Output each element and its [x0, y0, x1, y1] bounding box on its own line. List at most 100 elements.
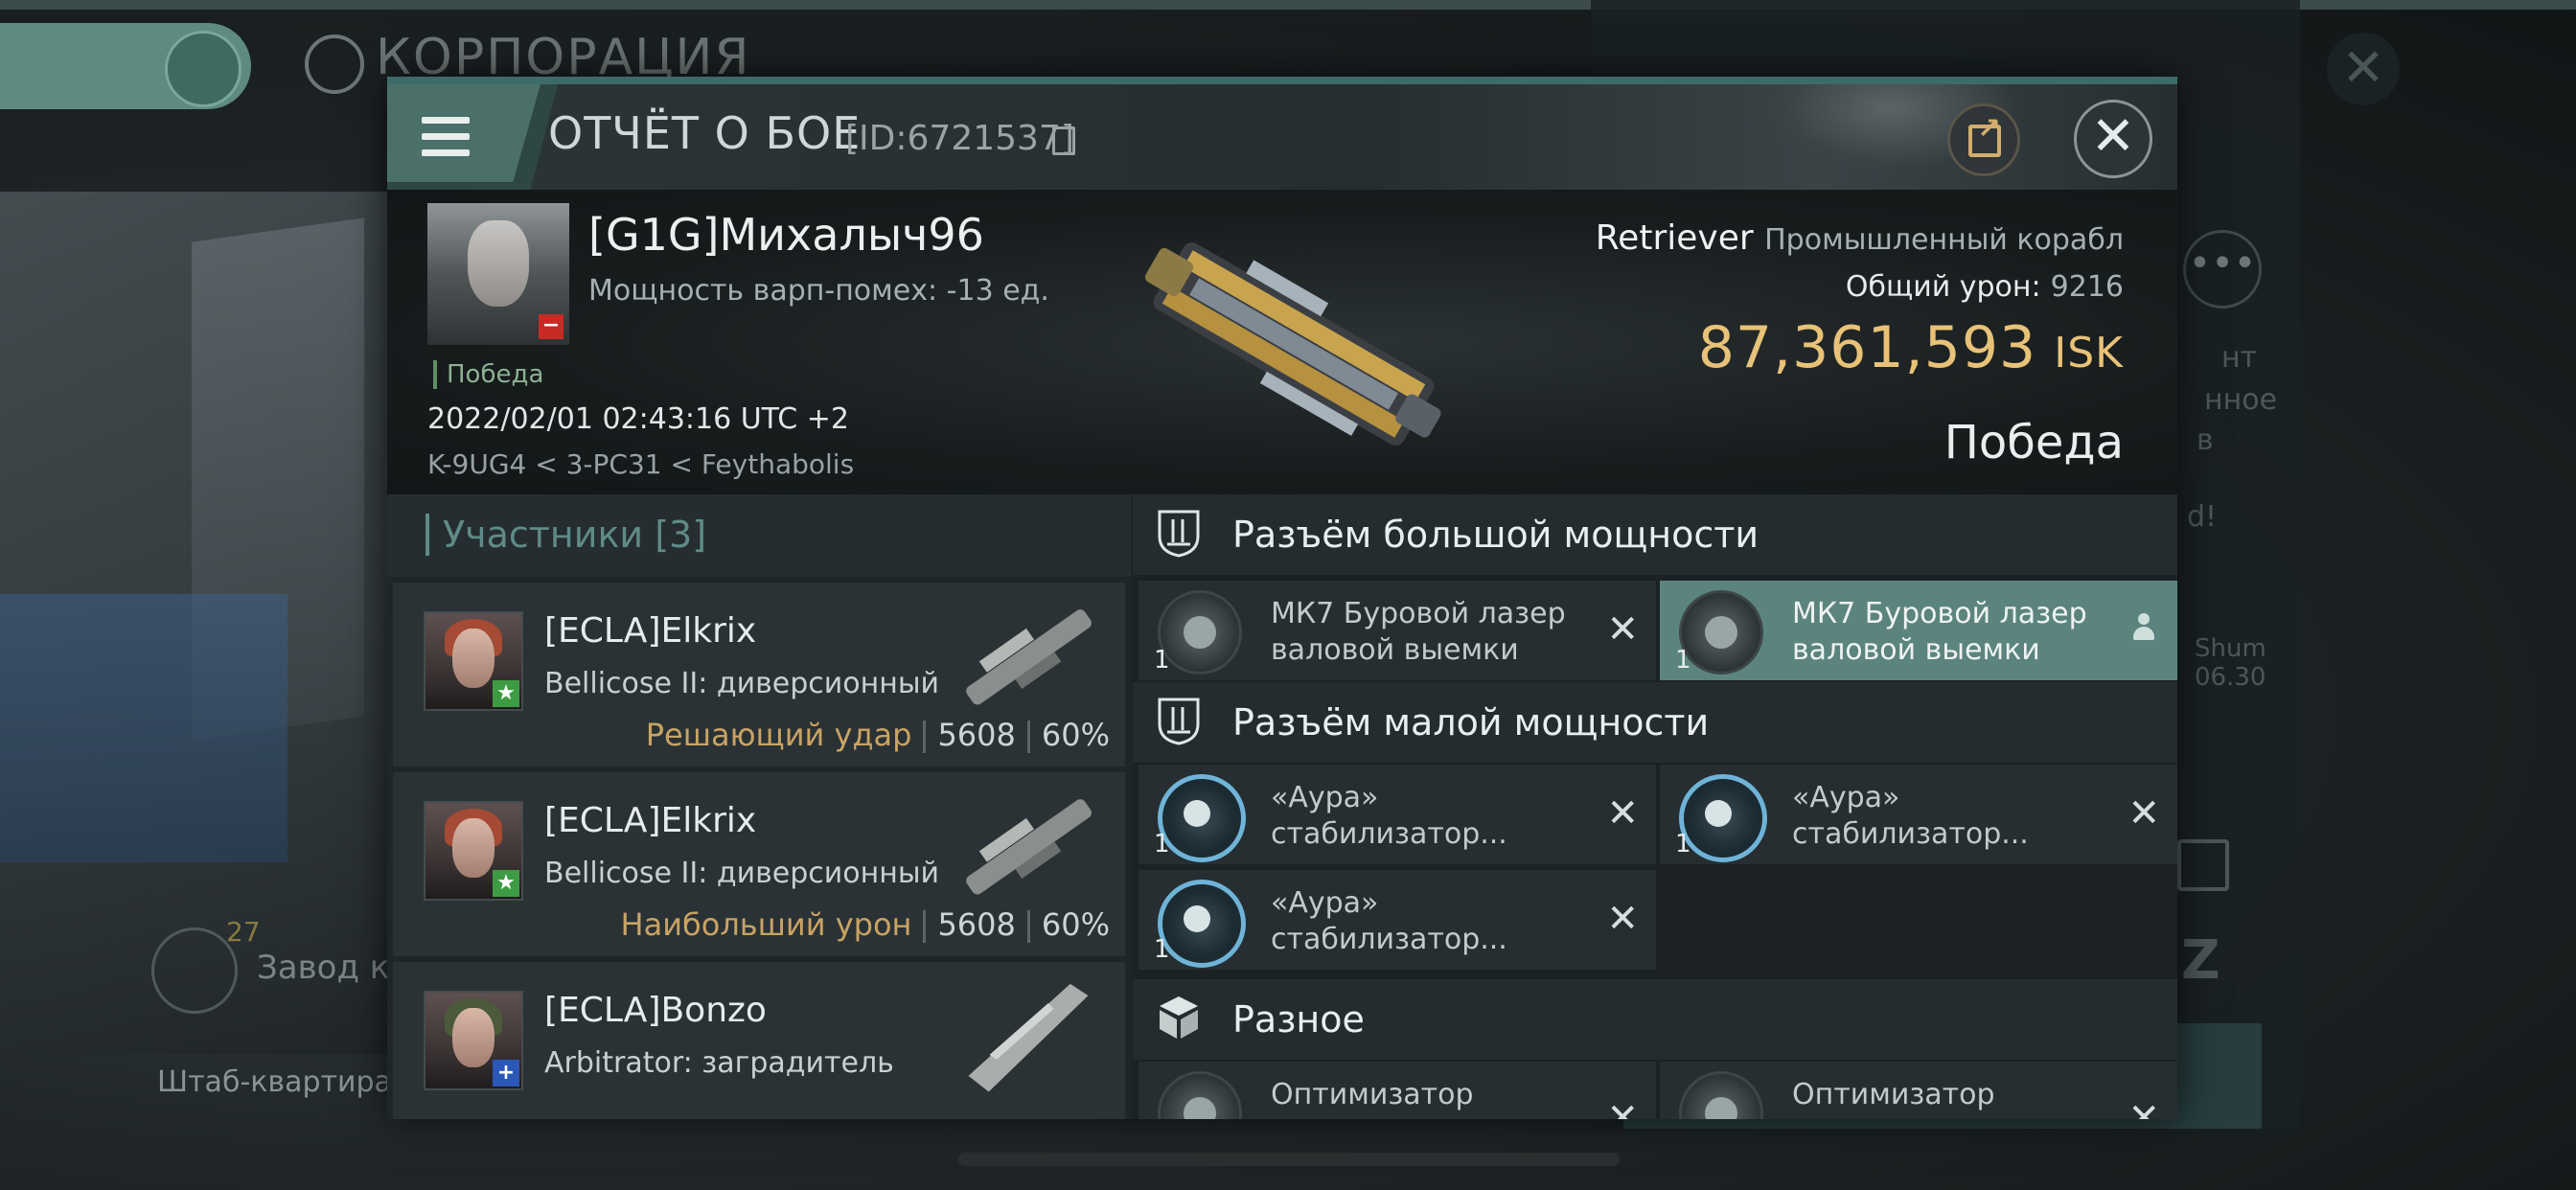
star-standing-icon: ★	[493, 870, 519, 897]
aura-stabilizer-icon	[1158, 774, 1246, 862]
module-quantity: 1	[1154, 830, 1170, 858]
module-slot-dropped[interactable]: 1 МК7 Буровой лазер валовой выемки	[1660, 581, 2177, 680]
stats-divider	[923, 910, 927, 943]
module-name-line2: стабилизатор...	[1271, 817, 1507, 851]
module-slot[interactable]: 1 МК7 Буровой лазер валовой выемки ✕	[1138, 581, 1656, 680]
kill-summary: − Победа 2022/02/01 02:43:16 UTC +2 K-9U…	[387, 190, 2177, 494]
participant-stats: Наибольший урон 5608 60%	[621, 906, 1110, 943]
avatar-face	[452, 629, 494, 688]
participant-name: [ECLA]Bonzo	[544, 991, 767, 1030]
misc-title: Разное	[1232, 998, 1365, 1041]
person-icon	[2131, 613, 2156, 642]
factory-menu-icon[interactable]	[151, 927, 238, 1014]
destroyed-x-icon: ✕	[1606, 897, 1639, 941]
avatar-face	[452, 818, 494, 878]
stats-divider	[1026, 721, 1030, 753]
home-indicator[interactable]	[958, 1153, 1620, 1166]
participant-row[interactable]: + [ECLA]Bonzo Arbitrator: заградитель	[393, 962, 1125, 1119]
high-slots-title: Разъём большой мощности	[1232, 514, 1760, 556]
high-slots-header: Разъём большой мощности	[1133, 494, 2177, 575]
avatar-face	[452, 1008, 494, 1067]
kill-location[interactable]: K-9UG4 < 3-PC31 < Feythabolis	[427, 448, 854, 480]
aura-stabilizer-icon	[1679, 774, 1767, 862]
dialog-header: ОТЧЁТ О БОЕ [ID:6721537] ↗ ✕	[387, 84, 2177, 190]
person-head	[2138, 613, 2150, 625]
icon-core	[1705, 1097, 1737, 1119]
icon-core	[1184, 1097, 1216, 1119]
fittings-panel: Разъём большой мощности 1 МК7 Буровой ла…	[1133, 494, 2177, 1119]
close-button[interactable]: ✕	[2074, 100, 2152, 178]
side-name: Shum	[2195, 634, 2266, 663]
corporation-star-icon	[305, 34, 364, 94]
participant-avatar: +	[424, 991, 523, 1090]
module-quantity: 1	[1675, 646, 1691, 675]
isk-amount: 87,361,593	[1697, 314, 2037, 381]
low-slots-header: Разъём малой мощности	[1133, 682, 2177, 763]
high-slot-icon	[1158, 510, 1200, 558]
icon-core	[1705, 800, 1732, 827]
participants-panel: Участники [3] ★ [ECLA]Elkrix Bellicose I…	[387, 494, 1131, 1119]
corp-menu-icon[interactable]	[165, 31, 242, 107]
module-name: МК7 Буровой лазер валовой выемки	[1792, 596, 2087, 669]
module-quantity: 1	[1154, 646, 1170, 675]
arbitrator-ship-image	[968, 983, 1089, 1092]
participant-ship: Bellicose II: диверсионный	[544, 857, 940, 890]
final-blow-tag: Решающий удар	[645, 717, 912, 753]
module-slot[interactable]: Оптимизатор ✕	[1660, 1062, 2177, 1119]
destroyed-x-icon: ✕	[1606, 791, 1639, 835]
module-name-line1: «Аура»	[1271, 781, 1379, 814]
background-close-icon[interactable]: ✕	[2327, 33, 2400, 105]
copy-icon[interactable]	[1052, 126, 1075, 155]
side-text-3: в	[2196, 423, 2214, 457]
bellicose-ship-image	[966, 799, 1092, 895]
total-damage-value: 9216	[2050, 270, 2124, 304]
report-id: [ID:6721537]	[845, 119, 1074, 158]
low-slots-title: Разъём малой мощности	[1232, 701, 1710, 744]
more-options-icon[interactable]: •••	[2183, 230, 2262, 309]
participants-header: Участники [3]	[387, 494, 1131, 577]
participant-row[interactable]: ★ [ECLA]Elkrix Bellicose II: диверсионны…	[393, 772, 1125, 956]
module-name: «Аура» стабилизатор...	[1792, 780, 2029, 853]
victim-name[interactable]: [G1G]Михалыч96	[588, 209, 984, 261]
corp-menu-tab[interactable]	[0, 23, 251, 109]
participants-label: Участники [3]	[426, 514, 706, 556]
stats-divider	[1026, 910, 1030, 943]
external-link-arrow: ↗	[1977, 112, 2002, 146]
share-button[interactable]: ↗	[1947, 103, 2020, 176]
damage-percent: 60%	[1041, 717, 1110, 753]
bellicose-ship-image	[966, 609, 1092, 705]
side-time: 06.30	[2195, 663, 2266, 692]
module-slot[interactable]: 1 «Аура» стабилизатор... ✕	[1660, 765, 2177, 864]
module-name-line2: стабилизатор...	[1271, 923, 1507, 956]
module-name-line1: Оптимизатор	[1792, 1078, 1995, 1111]
top-damage-tag: Наибольший урон	[620, 906, 912, 943]
retriever-ship-image[interactable]	[1112, 215, 1476, 473]
module-slot[interactable]: 1 «Аура» стабилизатор... ✕	[1138, 765, 1656, 864]
sleep-settings-icon[interactable]: Z	[2181, 929, 2220, 992]
module-slot[interactable]: 1 «Аура» стабилизатор... ✕	[1138, 870, 1656, 970]
damage-percent: 60%	[1041, 906, 1110, 943]
participant-stats: Решающий удар 5608 60%	[646, 717, 1110, 753]
module-slot[interactable]: Оптимизатор ✕	[1138, 1062, 1656, 1119]
participant-row[interactable]: ★ [ECLA]Elkrix Bellicose II: диверсионны…	[393, 583, 1125, 767]
side-text-1: нт	[2221, 341, 2258, 375]
icon-core	[1184, 800, 1210, 827]
status-tag: Победа	[433, 360, 543, 389]
module-name: Оптимизатор	[1792, 1077, 1995, 1113]
participant-avatar: ★	[424, 801, 523, 901]
isk-unit: ISK	[2054, 329, 2124, 378]
destroyed-x-icon: ✕	[2128, 791, 2160, 835]
edit-icon[interactable]	[2177, 839, 2229, 891]
ship-name[interactable]: Retriever	[1596, 218, 1754, 258]
plus-standing-icon: +	[493, 1060, 519, 1087]
destroyed-x-icon: ✕	[1606, 607, 1639, 652]
aura-stabilizer-icon	[1158, 880, 1246, 968]
module-name-line1: «Аура»	[1792, 781, 1900, 814]
optimizer-icon	[1158, 1071, 1242, 1119]
participant-ship: Bellicose II: диверсионный	[544, 667, 940, 700]
module-name-line2: валовой выемки	[1792, 633, 2040, 667]
module-name: МК7 Буровой лазер валовой выемки	[1271, 596, 1566, 669]
module-name-line1: Оптимизатор	[1271, 1078, 1474, 1111]
victim-portrait[interactable]: −	[427, 203, 569, 345]
module-name: «Аура» стабилизатор...	[1271, 780, 1507, 853]
